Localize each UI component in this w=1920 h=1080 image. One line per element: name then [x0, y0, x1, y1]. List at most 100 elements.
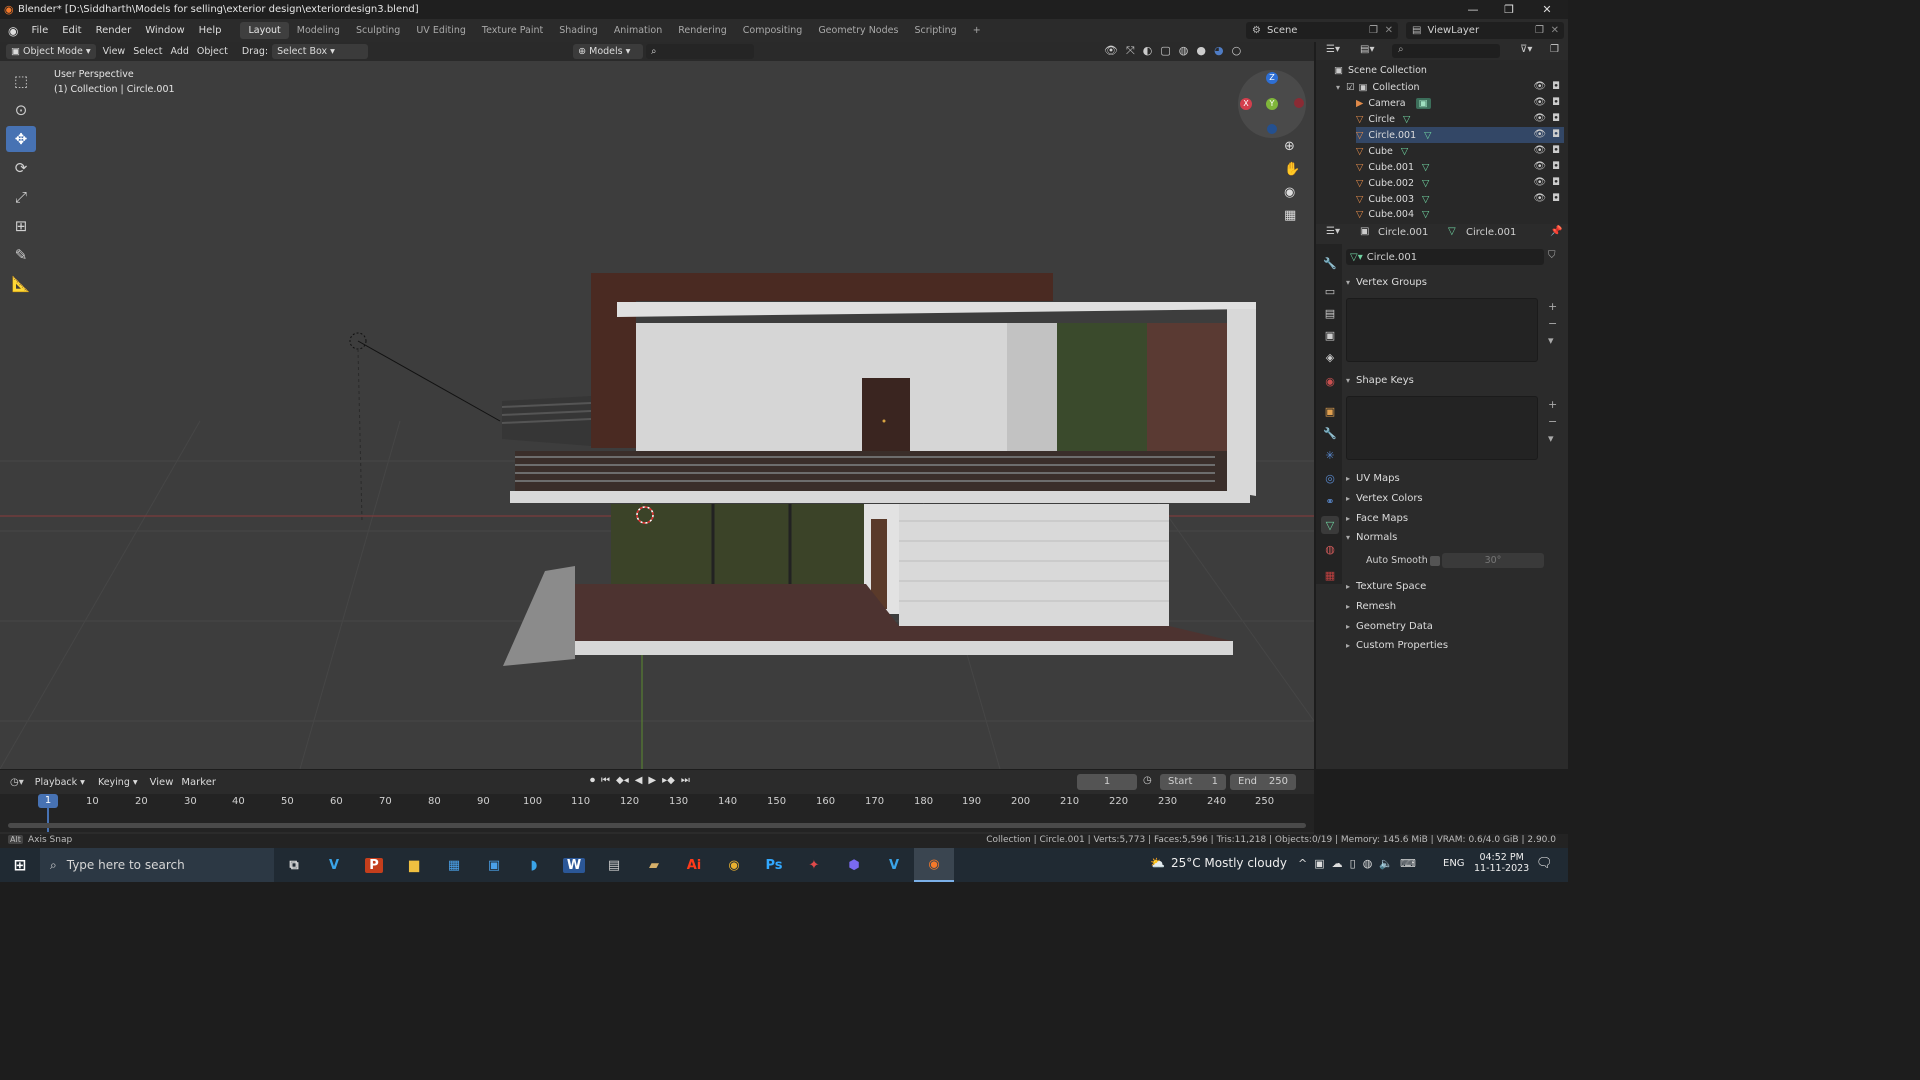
- eye-icon[interactable]: 👁: [1533, 193, 1546, 204]
- tab-compositing[interactable]: Compositing: [735, 22, 811, 39]
- view-layer-tab-icon[interactable]: ▣: [1321, 326, 1339, 344]
- ortho-grid-icon[interactable]: ▦: [1284, 208, 1300, 223]
- camera-render-icon[interactable]: ◘: [1552, 129, 1560, 140]
- volume-icon[interactable]: 🔈: [1379, 857, 1393, 870]
- notifications-icon[interactable]: 🗨: [1536, 856, 1553, 871]
- jump-end-icon[interactable]: ⏭: [681, 775, 690, 786]
- eye-icon[interactable]: 👁: [1533, 161, 1546, 172]
- rotate-tool-icon[interactable]: ⟳: [6, 155, 36, 181]
- tab-scripting[interactable]: Scripting: [906, 22, 964, 39]
- timeline-track[interactable]: 1 10 20 30 40 50 60 70 80 90 100 110 120…: [0, 794, 1314, 832]
- weather-widget[interactable]: ⛅ 25°C Mostly cloudy: [1150, 856, 1287, 870]
- transform-tool-icon[interactable]: ⊞: [6, 213, 36, 239]
- clock-icon[interactable]: ◷: [1143, 775, 1152, 786]
- menu-select[interactable]: Select: [129, 46, 166, 57]
- menu-view[interactable]: View: [99, 46, 130, 57]
- menu-add[interactable]: Add: [167, 46, 193, 57]
- mesh-data-tab-icon[interactable]: ▽: [1321, 516, 1339, 534]
- measure-tool-icon[interactable]: 📐: [6, 271, 36, 297]
- outliner-item[interactable]: ▽ Cube.004 ▽: [1356, 207, 1564, 221]
- panel-vertex-groups[interactable]: ▾ Vertex Groups: [1346, 273, 1564, 291]
- move-tool-icon[interactable]: ✥: [6, 126, 36, 152]
- menu-help[interactable]: Help: [192, 25, 229, 36]
- tab-shading[interactable]: Shading: [551, 22, 606, 39]
- pinned-app-2-icon[interactable]: ⬢: [834, 848, 874, 882]
- cursor-tool-icon[interactable]: ⊙: [6, 97, 36, 123]
- rendered-shading-icon[interactable]: ○: [1232, 44, 1242, 58]
- scene-selector[interactable]: ⚙ Scene ❐ ✕: [1246, 22, 1398, 39]
- menu-edit[interactable]: Edit: [55, 25, 88, 36]
- overlay-toggle-icon[interactable]: ◐: [1143, 44, 1153, 58]
- output-tab-icon[interactable]: ▤: [1321, 304, 1339, 322]
- remove-viewlayer-icon[interactable]: ✕: [1551, 25, 1559, 36]
- keying-menu[interactable]: Keying ▾: [93, 775, 143, 790]
- vegas-app-icon[interactable]: V: [314, 848, 354, 882]
- editor-type-icon[interactable]: ☰▾: [1326, 44, 1340, 55]
- neg-z-axis-icon[interactable]: [1267, 124, 1277, 134]
- prev-keyframe-icon[interactable]: ◆◂: [616, 775, 629, 786]
- language-indicator[interactable]: ENG: [1443, 858, 1465, 869]
- add-workspace-button[interactable]: +: [965, 22, 989, 39]
- current-frame-field[interactable]: 1: [1077, 774, 1137, 790]
- auto-smooth-checkbox[interactable]: [1430, 556, 1440, 566]
- file-explorer-icon[interactable]: ▆: [394, 848, 434, 882]
- new-collection-icon[interactable]: ❐: [1550, 44, 1559, 55]
- vertex-group-menu-icon[interactable]: ▾: [1548, 334, 1557, 347]
- tab-texture-paint[interactable]: Texture Paint: [474, 22, 551, 39]
- outliner-collection[interactable]: ▾ ☑ ▣ Collection: [1336, 79, 1564, 95]
- close-button[interactable]: ✕: [1530, 0, 1564, 19]
- playhead-frame[interactable]: 1: [38, 794, 58, 808]
- panel-shape-keys[interactable]: ▾ Shape Keys: [1346, 371, 1564, 389]
- drag-select-dropdown[interactable]: Select Box ▾: [272, 44, 369, 59]
- menu-render[interactable]: Render: [89, 25, 139, 36]
- camera-render-icon[interactable]: ◘: [1552, 177, 1560, 188]
- timeline-scrollbar[interactable]: [8, 823, 1306, 828]
- constraints-tab-icon[interactable]: ⚭: [1321, 492, 1339, 510]
- windows-start-icon[interactable]: ⊞: [0, 848, 40, 882]
- start-frame-field[interactable]: Start 1: [1160, 774, 1226, 790]
- panel-uv-maps[interactable]: ▸ UV Maps: [1346, 469, 1564, 487]
- panel-normals[interactable]: ▾ Normals: [1346, 528, 1564, 546]
- wireframe-shading-icon[interactable]: ◍: [1179, 44, 1189, 58]
- camera-render-icon[interactable]: ◘: [1552, 81, 1560, 92]
- eye-icon[interactable]: 👁: [1533, 97, 1546, 108]
- maximize-button[interactable]: ❐: [1492, 0, 1526, 19]
- navigation-gizmo[interactable]: Z X Y: [1238, 70, 1306, 138]
- modifier-tab-icon[interactable]: 🔧: [1321, 424, 1339, 442]
- record-icon[interactable]: ⏺: [590, 775, 595, 786]
- new-viewlayer-icon[interactable]: ❐: [1535, 25, 1544, 36]
- end-frame-field[interactable]: End 250: [1230, 774, 1296, 790]
- z-axis-icon[interactable]: Z: [1266, 72, 1278, 84]
- illustrator-app-icon[interactable]: Ai: [674, 848, 714, 882]
- zoom-icon[interactable]: ⊕: [1284, 139, 1300, 154]
- remove-vertex-group-button[interactable]: −: [1548, 317, 1557, 330]
- fake-user-icon[interactable]: ⛉: [1548, 250, 1556, 261]
- tray-app-icon[interactable]: ▣: [1314, 857, 1324, 870]
- editor-type-icon[interactable]: ☰▾: [1326, 226, 1340, 237]
- tab-rendering[interactable]: Rendering: [670, 22, 735, 39]
- add-shape-key-button[interactable]: +: [1548, 398, 1557, 411]
- onedrive-icon[interactable]: ☁: [1332, 857, 1343, 870]
- light-object[interactable]: [349, 332, 501, 522]
- tool-tab-icon[interactable]: 🔧: [1321, 254, 1339, 272]
- panel-geometry-data[interactable]: ▸ Geometry Data: [1346, 617, 1564, 635]
- play-icon[interactable]: ▶: [648, 775, 656, 786]
- tab-geometry-nodes[interactable]: Geometry Nodes: [810, 22, 906, 39]
- minimize-button[interactable]: —: [1456, 0, 1490, 19]
- tab-uv-editing[interactable]: UV Editing: [408, 22, 474, 39]
- taskbar-search-box[interactable]: ⌕ Type here to search: [40, 848, 274, 882]
- solid-shading-icon[interactable]: ●: [1196, 44, 1206, 58]
- powerpoint-app-icon[interactable]: P: [354, 848, 394, 882]
- viewport-search-input[interactable]: ⌕: [646, 44, 755, 59]
- remove-scene-icon[interactable]: ✕: [1385, 25, 1393, 36]
- panel-custom-properties[interactable]: ▸ Custom Properties: [1346, 636, 1564, 654]
- orientation-dropdown[interactable]: ⊕ Models ▾: [573, 44, 644, 59]
- vertex-groups-list[interactable]: [1346, 298, 1538, 362]
- scale-tool-icon[interactable]: ⤢: [6, 184, 36, 210]
- timeline-marker-menu[interactable]: Marker: [177, 777, 220, 788]
- eye-icon[interactable]: 👁: [1533, 81, 1546, 92]
- word-app-icon[interactable]: W: [554, 848, 594, 882]
- editor-type-icon[interactable]: ◷▾: [0, 777, 30, 788]
- display-mode-icon[interactable]: ▤▾: [1360, 44, 1374, 55]
- camera-render-icon[interactable]: ◘: [1552, 97, 1560, 108]
